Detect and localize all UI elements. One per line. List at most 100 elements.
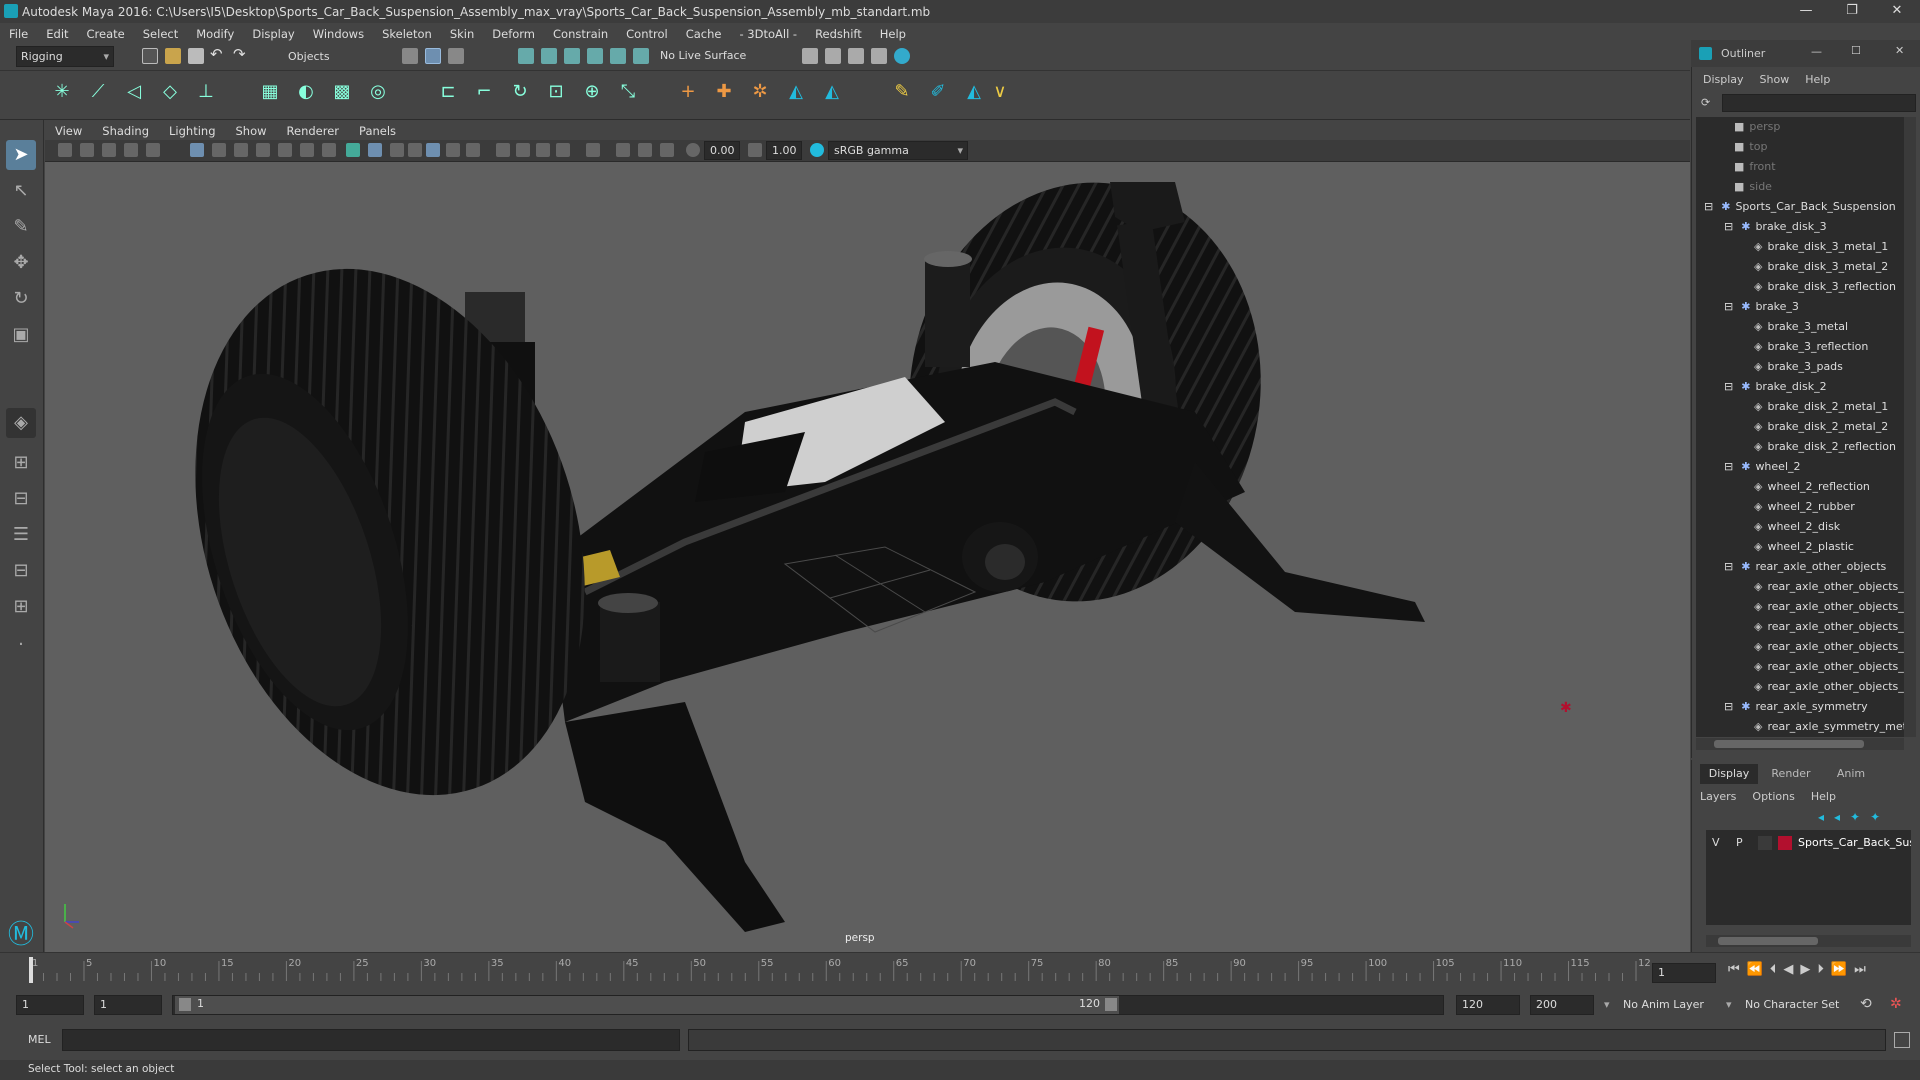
layer-menu-layers[interactable]: Layers [1700, 790, 1736, 803]
render-view-icon[interactable] [802, 48, 818, 64]
outliner-item-rear-axle-other-objects-6[interactable]: ◈ rear_axle_other_objects_6 [1754, 677, 1904, 697]
default-lighting-icon[interactable] [390, 143, 404, 157]
undo-icon[interactable]: ↶ [210, 45, 223, 63]
outliner-item-brake-disk-2-metal-1[interactable]: ◈ brake_disk_2_metal_1 [1754, 397, 1888, 417]
panel-menu-panels[interactable]: Panels [359, 124, 396, 138]
isolate-select-icon[interactable] [586, 143, 600, 157]
script-editor-icon[interactable] [1894, 1032, 1910, 1048]
insert-joint-icon[interactable]: ⟋ [86, 80, 110, 104]
persp-graph-icon[interactable]: ☰ [6, 520, 36, 550]
animation-start-field[interactable]: 1 [16, 995, 84, 1015]
auto-key-icon[interactable]: ⟲ [1860, 996, 1872, 1012]
anim-layer-dropdown[interactable]: ▾ No Anim Layer [1604, 996, 1722, 1014]
gamma-icon[interactable] [748, 143, 762, 157]
parent-constraint-icon[interactable]: ⊏ [436, 80, 460, 104]
outliner-item-top[interactable]: ■ top [1734, 137, 1767, 157]
selection-mask-dropdown[interactable]: Objects [288, 48, 376, 66]
playback-start-field[interactable]: 1 [94, 995, 162, 1015]
redo-icon[interactable]: ↷ [233, 45, 246, 63]
command-language-label[interactable]: MEL [28, 1033, 51, 1046]
current-frame-field[interactable]: 1 [1652, 963, 1716, 983]
snap-curve-icon[interactable] [541, 48, 557, 64]
menu-control[interactable]: Control [626, 27, 668, 41]
menu-skeleton[interactable]: Skeleton [382, 27, 432, 41]
outliner-item-brake-3-pads[interactable]: ◈ brake_3_pads [1754, 357, 1843, 377]
outliner-item-brake-3[interactable]: ⊟ ✱ brake_3 [1724, 297, 1799, 317]
layer-menu-help[interactable]: Help [1811, 790, 1836, 803]
layer-color-swatch[interactable] [1778, 836, 1792, 850]
maya-shelf-icon[interactable]: ◭ [962, 80, 986, 104]
close-button[interactable]: ✕ [1874, 0, 1920, 23]
camera-bookmark-icon[interactable] [80, 143, 94, 157]
outliner-item-rear-axle-symmetry[interactable]: ⊟ ✱ rear_axle_symmetry [1724, 697, 1868, 717]
set-driven-key-icon[interactable]: ✚ [712, 80, 736, 104]
ik-handle-icon[interactable]: ⊥ [194, 80, 218, 104]
ipr-render-icon[interactable] [848, 48, 864, 64]
range-handle-end-grip[interactable] [1105, 998, 1117, 1011]
v-tool-icon[interactable]: ∨ [988, 80, 1012, 104]
outliner-item-wheel-2-plastic[interactable]: ◈ wheel_2_plastic [1754, 537, 1854, 557]
depth-of-field-icon[interactable] [556, 143, 570, 157]
panel-menu-view[interactable]: View [55, 124, 82, 138]
range-handle-start-grip[interactable] [179, 998, 191, 1011]
outliner-menu-show[interactable]: Show [1760, 73, 1790, 89]
outliner-item-brake-disk-3-reflection[interactable]: ◈ brake_disk_3_reflection [1754, 277, 1896, 297]
menu-help[interactable]: Help [880, 27, 906, 41]
outliner-vertical-scrollbar[interactable] [1904, 117, 1916, 737]
persp-uv-icon[interactable]: ⊞ [6, 592, 36, 622]
outliner-item-rear-axle-other-objects-3[interactable]: ◈ rear_axle_other_objects_3 [1754, 617, 1904, 637]
menu-3dtoall[interactable]: - 3DtoAll - [739, 27, 797, 41]
playback-end-field[interactable]: 120 [1456, 995, 1520, 1015]
maximize-button[interactable]: ❐ [1829, 0, 1875, 23]
open-scene-icon[interactable] [165, 48, 181, 64]
new-scene-icon[interactable] [142, 48, 158, 64]
camera-attributes-icon[interactable] [58, 143, 72, 157]
use-all-lights-icon[interactable] [446, 143, 460, 157]
gate-mask-icon[interactable] [256, 143, 270, 157]
bind-skin-icon[interactable]: ▦ [258, 80, 282, 104]
outliner-item-wheel-2-rubber[interactable]: ◈ wheel_2_rubber [1754, 497, 1855, 517]
shadows-icon[interactable] [466, 143, 480, 157]
view-transform-dropdown[interactable]: sRGB gamma ▾ [828, 141, 968, 160]
outliner-item-rear-axle-other-objects[interactable]: ⊟ ✱ rear_axle_other_objects [1724, 557, 1886, 577]
panel-menu-shading[interactable]: Shading [102, 124, 149, 138]
menu-redshift[interactable]: Redshift [815, 27, 862, 41]
menu-set-dropdown[interactable]: Rigging ▾ [16, 46, 114, 67]
viewport-persp[interactable]: ✱ persp [45, 162, 1690, 952]
tab-anim[interactable]: Anim [1822, 764, 1880, 784]
render-settings-icon[interactable] [871, 48, 887, 64]
panel-menu-renderer[interactable]: Renderer [287, 124, 340, 138]
command-input[interactable] [62, 1029, 680, 1051]
orient-constraint-icon[interactable]: ↻ [508, 80, 532, 104]
safe-title-icon[interactable] [322, 143, 336, 157]
motion-blur-icon[interactable] [516, 143, 530, 157]
grease-pencil-icon[interactable] [146, 143, 160, 157]
outliner-item-brake-disk-3-metal-1[interactable]: ◈ brake_disk_3_metal_1 [1754, 237, 1888, 257]
select-by-component-icon[interactable] [448, 48, 464, 64]
hypershade-persp-icon[interactable]: ⊟ [6, 556, 36, 586]
safe-action-icon[interactable] [300, 143, 314, 157]
outliner-item-rear-axle-other-objects-4[interactable]: ◈ rear_axle_other_objects_4 [1754, 637, 1904, 657]
outliner-item-brake-3-metal[interactable]: ◈ brake_3_metal [1754, 317, 1848, 337]
outliner-scroll-thumb[interactable] [1714, 740, 1864, 748]
outliner-item-brake-disk-2[interactable]: ⊟ ✱ brake_disk_2 [1724, 377, 1827, 397]
outliner-maximize-button[interactable]: ☐ [1851, 44, 1861, 57]
menu-edit[interactable]: Edit [46, 27, 68, 41]
tab-display[interactable]: Display [1700, 764, 1758, 784]
aim-constraint-icon[interactable]: ⊕ [580, 80, 604, 104]
outliner-item-rear-axle-other-objects-2[interactable]: ◈ rear_axle_other_objects_2 [1754, 597, 1904, 617]
outliner-horizontal-scrollbar[interactable] [1696, 738, 1904, 750]
menu-skin[interactable]: Skin [450, 27, 474, 41]
xray-active-icon[interactable] [638, 143, 652, 157]
menu-select[interactable]: Select [143, 27, 178, 41]
lasso-tool-icon[interactable]: ↖ [6, 176, 36, 206]
outliner-item-brake-disk-3[interactable]: ⊟ ✱ brake_disk_3 [1724, 217, 1827, 237]
outliner-item-wheel-2-disk[interactable]: ◈ wheel_2_disk [1754, 517, 1840, 537]
outliner-item-brake-disk-2-reflection[interactable]: ◈ brake_disk_2_reflection [1754, 437, 1896, 457]
xray-icon[interactable] [408, 143, 422, 157]
outliner-item-rear-axle-symmetry-metal[interactable]: ◈ rear_axle_symmetry_metal [1754, 717, 1904, 737]
playback-controls[interactable]: ⏮⏪⏴◀▶⏵⏩⏭ [1728, 962, 1873, 977]
connection-editor-icon[interactable]: ✲ [748, 80, 772, 104]
outliner-menu-help[interactable]: Help [1805, 73, 1830, 89]
select-by-object-icon[interactable] [425, 48, 441, 64]
